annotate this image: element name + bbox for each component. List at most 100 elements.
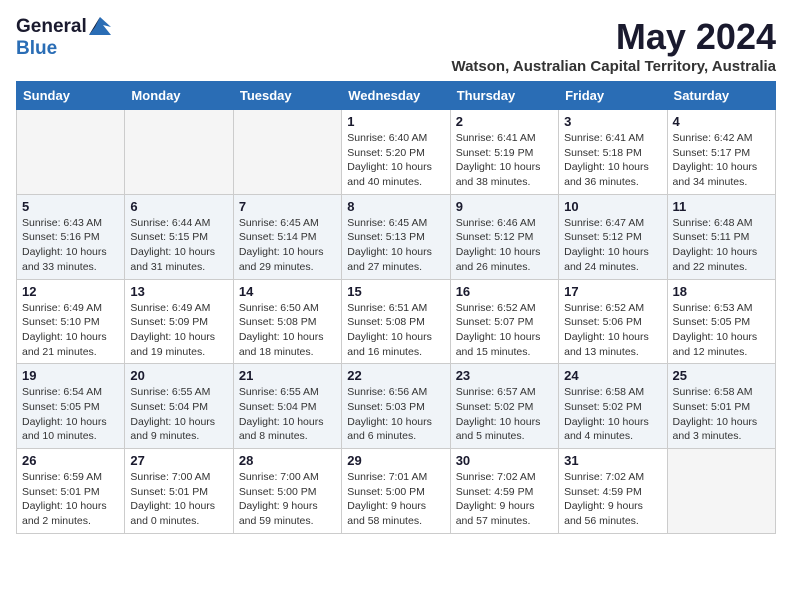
day-info: Sunrise: 6:54 AMSunset: 5:05 PMDaylight:… <box>22 385 119 444</box>
day-info: Sunrise: 6:51 AMSunset: 5:08 PMDaylight:… <box>347 301 444 360</box>
calendar-day-header: Sunday <box>17 82 125 110</box>
calendar-day-cell: 11 Sunrise: 6:48 AMSunset: 5:11 PMDayligh… <box>667 194 775 279</box>
day-info: Sunrise: 6:44 AMSunset: 5:15 PMDaylight:… <box>130 216 227 275</box>
calendar-week-row: 12 Sunrise: 6:49 AMSunset: 5:10 PMDayligh… <box>17 279 776 364</box>
calendar-day-cell: 27 Sunrise: 7:00 AMSunset: 5:01 PMDayligh… <box>125 449 233 534</box>
calendar-week-row: 5Sunrise: 6:43 AMSunset: 5:16 PMDaylight… <box>17 194 776 279</box>
day-number: 21 <box>239 368 336 383</box>
day-number: 15 <box>347 284 444 299</box>
day-number: 20 <box>130 368 227 383</box>
day-info: Sunrise: 6:53 AMSunset: 5:05 PMDaylight:… <box>673 301 770 360</box>
day-info: Sunrise: 6:49 AMSunset: 5:09 PMDaylight:… <box>130 301 227 360</box>
title-section: May 2024 Watson, Australian Capital Terr… <box>451 16 776 75</box>
calendar-header-row: SundayMondayTuesdayWednesdayThursdayFrid… <box>17 82 776 110</box>
day-number: 1 <box>347 114 444 129</box>
calendar-day-header: Tuesday <box>233 82 341 110</box>
day-info: Sunrise: 6:48 AMSunset: 5:11 PMDaylight:… <box>673 216 770 275</box>
calendar-day-cell: 24Sunrise: 6:58 AMSunset: 5:02 PMDayligh… <box>559 364 667 449</box>
day-info: Sunrise: 6:59 AMSunset: 5:01 PMDaylight:… <box>22 470 119 529</box>
day-info: Sunrise: 6:45 AMSunset: 5:14 PMDaylight:… <box>239 216 336 275</box>
day-info: Sunrise: 6:50 AMSunset: 5:08 PMDaylight:… <box>239 301 336 360</box>
calendar-day-cell: 30Sunrise: 7:02 AMSunset: 4:59 PMDayligh… <box>450 449 558 534</box>
page-header: General Blue May 2024 Watson, Australian… <box>16 16 776 75</box>
day-info: Sunrise: 6:40 AMSunset: 5:20 PMDaylight:… <box>347 131 444 190</box>
day-number: 6 <box>130 199 227 214</box>
logo-general-text: General <box>16 16 87 38</box>
day-number: 27 <box>130 453 227 468</box>
calendar-day-header: Wednesday <box>342 82 450 110</box>
calendar-day-cell: 20 Sunrise: 6:55 AMSunset: 5:04 PMDayligh… <box>125 364 233 449</box>
day-number: 10 <box>564 199 661 214</box>
calendar-day-header: Monday <box>125 82 233 110</box>
calendar-day-cell: 22 Sunrise: 6:56 AMSunset: 5:03 PMDayligh… <box>342 364 450 449</box>
calendar-day-cell: 13Sunrise: 6:49 AMSunset: 5:09 PMDayligh… <box>125 279 233 364</box>
calendar-week-row: 1 Sunrise: 6:40 AMSunset: 5:20 PMDaylight… <box>17 110 776 195</box>
day-info: Sunrise: 6:49 AMSunset: 5:10 PMDaylight:… <box>22 301 119 360</box>
day-number: 17 <box>564 284 661 299</box>
day-number: 9 <box>456 199 553 214</box>
day-number: 2 <box>456 114 553 129</box>
calendar-day-header: Thursday <box>450 82 558 110</box>
calendar-day-cell <box>233 110 341 195</box>
day-number: 28 <box>239 453 336 468</box>
day-info: Sunrise: 6:52 AMSunset: 5:06 PMDaylight:… <box>564 301 661 360</box>
calendar-day-cell: 8Sunrise: 6:45 AMSunset: 5:13 PMDaylight… <box>342 194 450 279</box>
day-number: 4 <box>673 114 770 129</box>
day-info: Sunrise: 6:58 AMSunset: 5:01 PMDaylight:… <box>673 385 770 444</box>
logo-blue-text: Blue <box>16 38 57 59</box>
calendar-day-cell: 9 Sunrise: 6:46 AMSunset: 5:12 PMDaylight… <box>450 194 558 279</box>
calendar-day-cell: 23 Sunrise: 6:57 AMSunset: 5:02 PMDayligh… <box>450 364 558 449</box>
calendar-day-cell: 14 Sunrise: 6:50 AMSunset: 5:08 PMDayligh… <box>233 279 341 364</box>
day-info: Sunrise: 7:00 AMSunset: 5:01 PMDaylight:… <box>130 470 227 529</box>
day-number: 12 <box>22 284 119 299</box>
calendar-day-cell: 2 Sunrise: 6:41 AMSunset: 5:19 PMDaylight… <box>450 110 558 195</box>
day-number: 31 <box>564 453 661 468</box>
day-number: 7 <box>239 199 336 214</box>
day-info: Sunrise: 7:00 AMSunset: 5:00 PMDaylight:… <box>239 470 336 529</box>
day-number: 23 <box>456 368 553 383</box>
calendar-day-cell: 16Sunrise: 6:52 AMSunset: 5:07 PMDayligh… <box>450 279 558 364</box>
calendar-day-cell <box>125 110 233 195</box>
calendar-day-cell: 29Sunrise: 7:01 AMSunset: 5:00 PMDayligh… <box>342 449 450 534</box>
day-info: Sunrise: 6:56 AMSunset: 5:03 PMDaylight:… <box>347 385 444 444</box>
day-info: Sunrise: 6:47 AMSunset: 5:12 PMDaylight:… <box>564 216 661 275</box>
day-number: 19 <box>22 368 119 383</box>
day-number: 14 <box>239 284 336 299</box>
day-number: 24 <box>564 368 661 383</box>
day-info: Sunrise: 6:55 AMSunset: 5:04 PMDaylight:… <box>130 385 227 444</box>
day-info: Sunrise: 6:52 AMSunset: 5:07 PMDaylight:… <box>456 301 553 360</box>
calendar-day-cell: 21 Sunrise: 6:55 AMSunset: 5:04 PMDayligh… <box>233 364 341 449</box>
calendar-week-row: 19 Sunrise: 6:54 AMSunset: 5:05 PMDayligh… <box>17 364 776 449</box>
logo-bird-icon <box>89 17 111 35</box>
main-title: May 2024 <box>451 16 776 58</box>
calendar-day-cell: 17 Sunrise: 6:52 AMSunset: 5:06 PMDayligh… <box>559 279 667 364</box>
calendar-day-cell <box>667 449 775 534</box>
day-number: 25 <box>673 368 770 383</box>
calendar-table: SundayMondayTuesdayWednesdayThursdayFrid… <box>16 81 776 534</box>
logo: General Blue <box>16 16 111 60</box>
day-number: 3 <box>564 114 661 129</box>
calendar-day-cell: 4Sunrise: 6:42 AMSunset: 5:17 PMDaylight… <box>667 110 775 195</box>
day-info: Sunrise: 6:57 AMSunset: 5:02 PMDaylight:… <box>456 385 553 444</box>
day-number: 8 <box>347 199 444 214</box>
calendar-day-cell: 5Sunrise: 6:43 AMSunset: 5:16 PMDaylight… <box>17 194 125 279</box>
calendar-day-header: Saturday <box>667 82 775 110</box>
day-number: 11 <box>673 199 770 214</box>
calendar-day-cell: 7 Sunrise: 6:45 AMSunset: 5:14 PMDaylight… <box>233 194 341 279</box>
calendar-day-cell: 6 Sunrise: 6:44 AMSunset: 5:15 PMDaylight… <box>125 194 233 279</box>
calendar-day-cell: 15 Sunrise: 6:51 AMSunset: 5:08 PMDayligh… <box>342 279 450 364</box>
calendar-day-header: Friday <box>559 82 667 110</box>
calendar-day-cell: 25 Sunrise: 6:58 AMSunset: 5:01 PMDayligh… <box>667 364 775 449</box>
day-number: 22 <box>347 368 444 383</box>
calendar-day-cell: 28 Sunrise: 7:00 AMSunset: 5:00 PMDayligh… <box>233 449 341 534</box>
day-number: 26 <box>22 453 119 468</box>
calendar-day-cell <box>17 110 125 195</box>
calendar-day-cell: 1 Sunrise: 6:40 AMSunset: 5:20 PMDaylight… <box>342 110 450 195</box>
day-info: Sunrise: 6:46 AMSunset: 5:12 PMDaylight:… <box>456 216 553 275</box>
calendar-day-cell: 3Sunrise: 6:41 AMSunset: 5:18 PMDaylight… <box>559 110 667 195</box>
day-info: Sunrise: 6:43 AMSunset: 5:16 PMDaylight:… <box>22 216 119 275</box>
day-info: Sunrise: 6:41 AMSunset: 5:19 PMDaylight:… <box>456 131 553 190</box>
day-number: 30 <box>456 453 553 468</box>
calendar-week-row: 26 Sunrise: 6:59 AMSunset: 5:01 PMDayligh… <box>17 449 776 534</box>
day-info: Sunrise: 6:55 AMSunset: 5:04 PMDaylight:… <box>239 385 336 444</box>
